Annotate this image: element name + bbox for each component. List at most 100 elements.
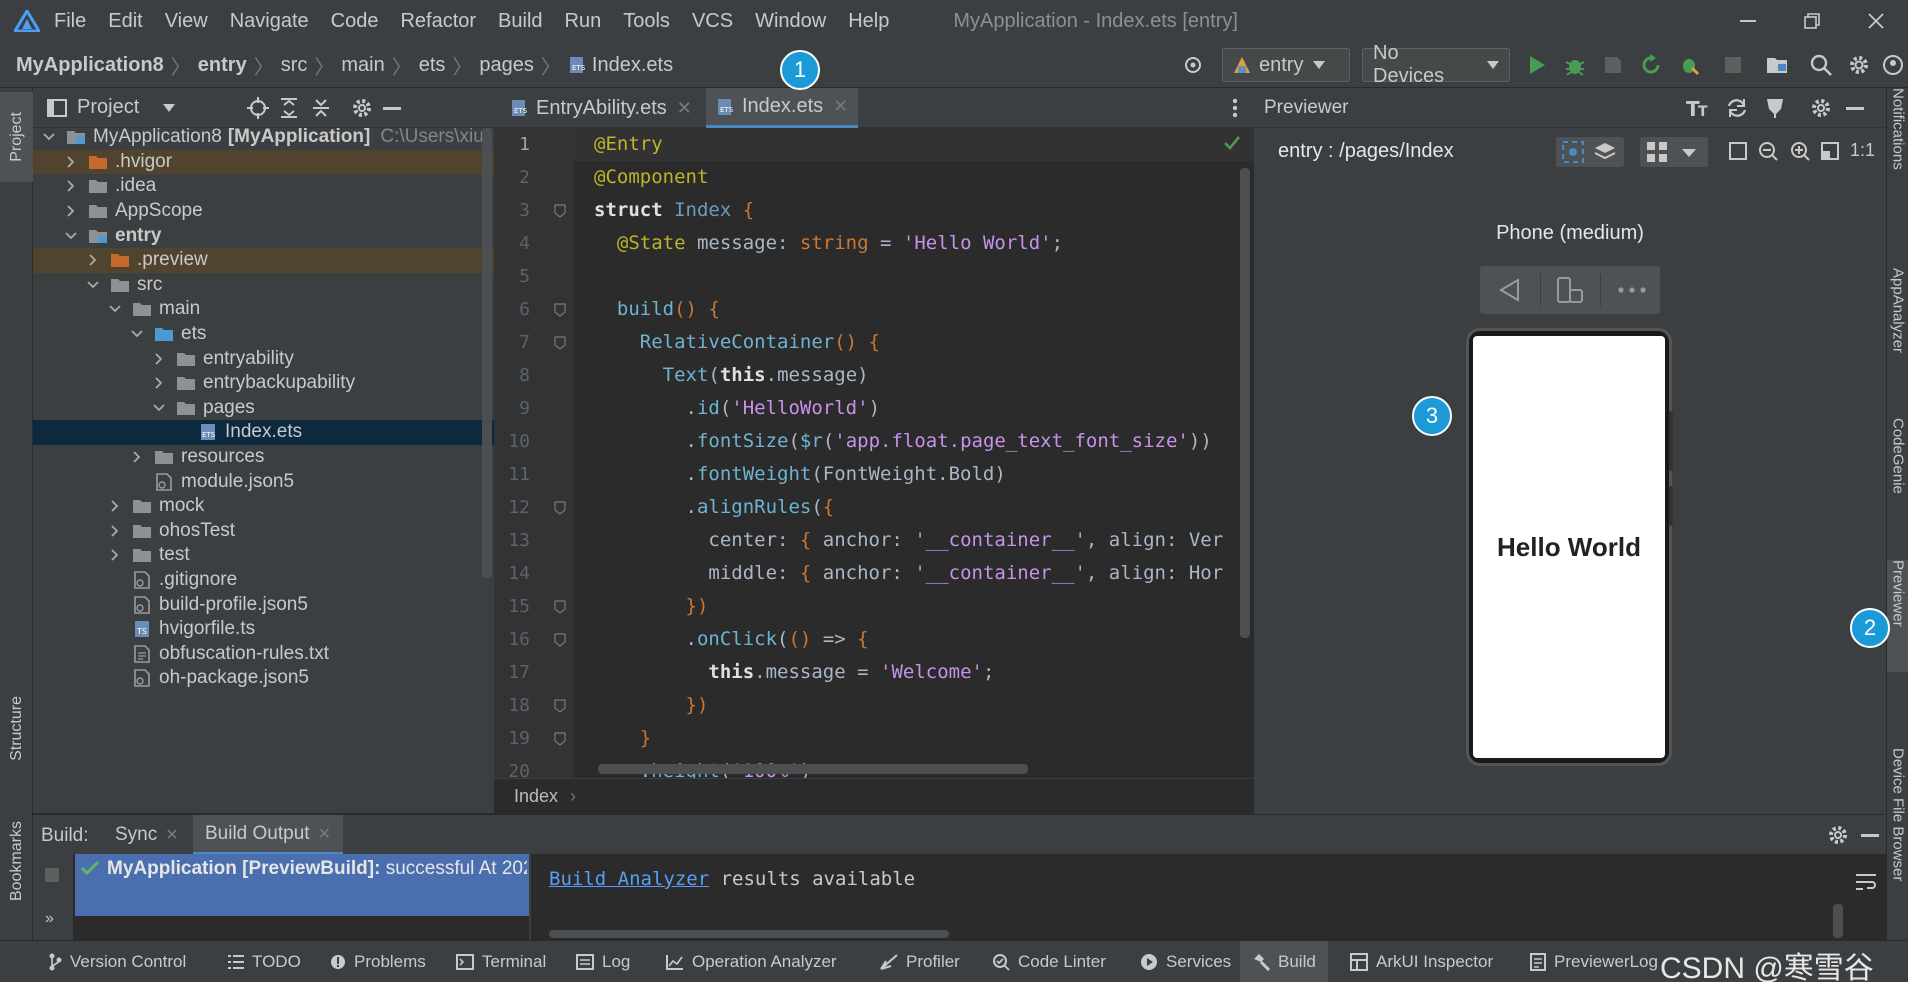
tree-item[interactable]: AppScope bbox=[33, 199, 494, 224]
tree-item[interactable]: ETS Index.ets bbox=[33, 420, 494, 445]
chevron-right-icon[interactable] bbox=[107, 525, 123, 537]
previewer-tool-tab[interactable]: Previewer bbox=[1887, 560, 1908, 672]
expand-all-icon[interactable] bbox=[279, 97, 299, 119]
fold-marker-icon[interactable] bbox=[554, 501, 566, 515]
hello-world-text[interactable]: Hello World bbox=[1497, 532, 1641, 563]
hide-previewer-icon[interactable] bbox=[1846, 107, 1864, 110]
breadcrumb-file[interactable]: Index.ets bbox=[592, 54, 673, 77]
device-file-browser-tool-tab[interactable]: Device File Browser bbox=[1887, 748, 1908, 928]
breadcrumb-src[interactable]: src bbox=[281, 54, 308, 77]
breadcrumb-ets[interactable]: ets bbox=[419, 54, 446, 77]
tree-item[interactable]: src bbox=[33, 273, 494, 298]
tree-scrollbar[interactable] bbox=[482, 128, 492, 578]
preview-eye-icon[interactable] bbox=[1562, 141, 1584, 163]
profiler-tab[interactable]: Profiler bbox=[880, 941, 960, 982]
menu-edit[interactable]: Edit bbox=[108, 10, 142, 33]
phone-screen[interactable]: Hello World bbox=[1473, 336, 1665, 758]
close-tab-icon[interactable]: ✕ bbox=[165, 825, 178, 845]
fold-marker-icon[interactable] bbox=[554, 303, 566, 317]
run-config-select[interactable]: entry bbox=[1222, 48, 1350, 82]
tab-index[interactable]: ETS Index.ets ✕ bbox=[706, 88, 859, 128]
tree-item[interactable]: resources bbox=[33, 445, 494, 470]
hide-build-panel-icon[interactable] bbox=[1861, 834, 1879, 837]
breadcrumb-project[interactable]: MyApplication8 bbox=[16, 54, 164, 77]
build-result-row[interactable]: MyApplication [PreviewBuild]: successful… bbox=[75, 854, 529, 916]
chevron-down-icon[interactable] bbox=[107, 305, 123, 313]
editor-breadcrumb[interactable]: Index bbox=[514, 786, 558, 807]
close-tab-icon[interactable]: ✕ bbox=[833, 96, 848, 117]
locate-file-icon[interactable] bbox=[247, 97, 269, 119]
fit-screen-icon[interactable] bbox=[1728, 141, 1748, 161]
codegenie-tool-tab[interactable]: CodeGenie bbox=[1887, 418, 1908, 538]
chevron-down-icon[interactable] bbox=[1682, 149, 1696, 157]
tree-item[interactable]: .gitignore bbox=[33, 568, 494, 593]
menu-refactor[interactable]: Refactor bbox=[400, 10, 476, 33]
fold-marker-icon[interactable] bbox=[554, 204, 566, 218]
search-icon[interactable] bbox=[1808, 52, 1834, 78]
fold-marker-icon[interactable] bbox=[554, 336, 566, 350]
grid-view-icon[interactable] bbox=[1646, 141, 1668, 163]
code-linter-tab[interactable]: Code Linter bbox=[992, 941, 1106, 982]
preview-route[interactable]: entry : /pages/Index bbox=[1278, 140, 1454, 163]
chevron-down-icon[interactable] bbox=[63, 232, 79, 240]
todo-tab[interactable]: TODO bbox=[228, 941, 301, 982]
menu-vcs[interactable]: VCS bbox=[692, 10, 733, 33]
problems-tab[interactable]: Problems bbox=[330, 941, 426, 982]
more-options-icon[interactable] bbox=[1232, 98, 1238, 118]
chevron-right-icon[interactable] bbox=[107, 500, 123, 512]
tree-item[interactable]: ets bbox=[33, 322, 494, 347]
collapse-all-icon[interactable] bbox=[311, 97, 331, 119]
close-tab-icon[interactable]: ✕ bbox=[677, 98, 692, 119]
chevron-right-icon[interactable] bbox=[63, 156, 79, 168]
tree-item[interactable]: main bbox=[33, 297, 494, 322]
tree-item[interactable]: module.json5 bbox=[33, 469, 494, 494]
refresh-icon[interactable] bbox=[1726, 97, 1748, 119]
original-size-icon[interactable] bbox=[1820, 141, 1840, 161]
tab-sync[interactable]: Sync ✕ bbox=[105, 815, 189, 855]
stop-icon[interactable] bbox=[1720, 52, 1746, 78]
zoom-out-icon[interactable] bbox=[1758, 141, 1778, 161]
tree-item[interactable]: entry bbox=[33, 223, 494, 248]
code-horizontal-scrollbar[interactable] bbox=[598, 764, 1028, 774]
previewer-log-tab[interactable]: PreviewerLog bbox=[1530, 941, 1658, 982]
stop-build-icon[interactable] bbox=[45, 868, 59, 882]
log-tab[interactable]: Log bbox=[576, 941, 630, 982]
layers-icon[interactable] bbox=[1594, 141, 1616, 163]
hide-panel-icon[interactable] bbox=[383, 107, 401, 110]
restore-icon[interactable] bbox=[1782, 0, 1842, 42]
bookmarks-tool-tab[interactable]: Bookmarks bbox=[0, 806, 33, 916]
run-icon[interactable] bbox=[1524, 52, 1550, 78]
tree-item[interactable]: entrybackupability bbox=[33, 371, 494, 396]
notifications-tool-tab[interactable]: Notifications bbox=[1887, 88, 1908, 228]
chevron-down-icon[interactable] bbox=[151, 404, 167, 412]
breadcrumb-pages[interactable]: pages bbox=[479, 54, 534, 77]
project-panel-title[interactable]: Project bbox=[77, 96, 139, 119]
operation-analyzer-tab[interactable]: Operation Analyzer bbox=[666, 941, 837, 982]
expand-icon[interactable]: » bbox=[45, 910, 54, 928]
project-structure-icon[interactable] bbox=[1764, 52, 1790, 78]
menu-tools[interactable]: Tools bbox=[623, 10, 670, 33]
output-vertical-scrollbar[interactable] bbox=[1833, 904, 1843, 938]
code-vertical-scrollbar[interactable] bbox=[1240, 168, 1250, 638]
tab-entryability[interactable]: ETS EntryAbility.ets ✕ bbox=[500, 88, 702, 128]
tree-item[interactable]: build-profile.json5 bbox=[33, 592, 494, 617]
apply-changes-icon[interactable] bbox=[1638, 52, 1664, 78]
menu-build[interactable]: Build bbox=[498, 10, 542, 33]
tree-item[interactable]: .preview bbox=[33, 248, 494, 273]
chevron-right-icon[interactable] bbox=[85, 254, 101, 266]
breadcrumb-entry[interactable]: entry bbox=[198, 54, 247, 77]
tree-item[interactable]: ohosTest bbox=[33, 519, 494, 544]
tree-item[interactable]: test bbox=[33, 543, 494, 568]
chevron-right-icon[interactable] bbox=[63, 180, 79, 193]
chevron-right-icon[interactable] bbox=[151, 353, 167, 365]
breadcrumb-main[interactable]: main bbox=[341, 54, 384, 77]
build-settings-icon[interactable] bbox=[1827, 824, 1849, 846]
settings-gear-icon[interactable] bbox=[1846, 52, 1872, 78]
chevron-right-icon[interactable] bbox=[63, 205, 79, 217]
chevron-right-icon[interactable] bbox=[151, 377, 167, 389]
chevron-down-icon[interactable] bbox=[85, 281, 101, 289]
account-icon[interactable] bbox=[1880, 52, 1906, 78]
device-select[interactable]: No Devices bbox=[1362, 42, 1510, 87]
terminal-tab[interactable]: Terminal bbox=[456, 941, 546, 982]
build-analyzer-link[interactable]: Build Analyzer bbox=[549, 868, 709, 890]
